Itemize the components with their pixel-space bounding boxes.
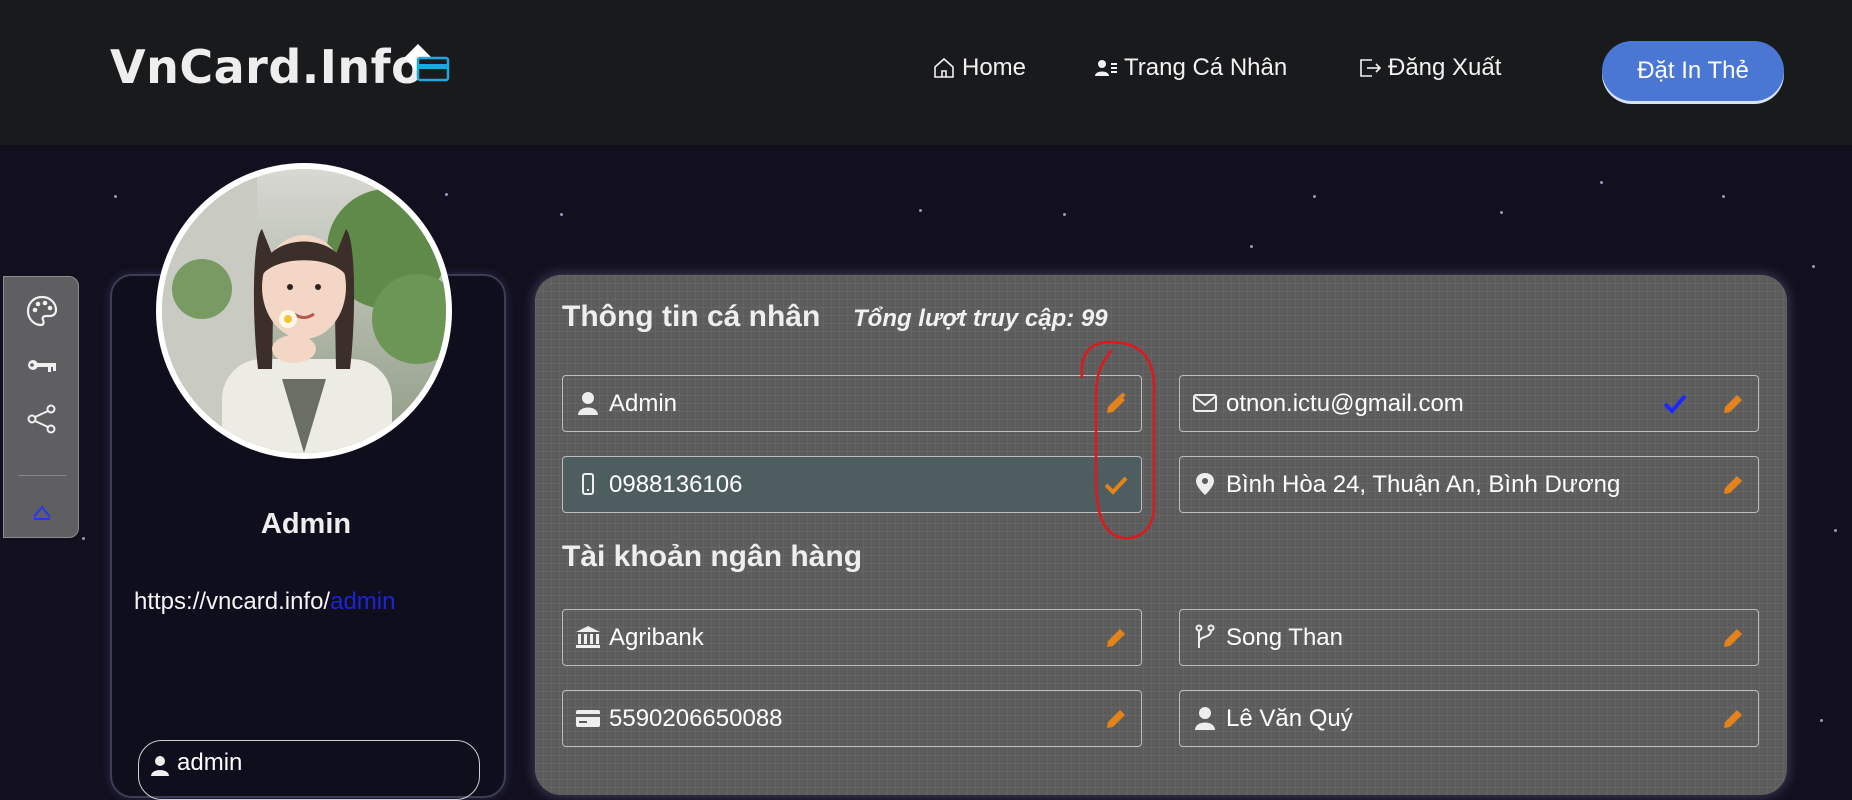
- bank-name-value: Agribank: [609, 624, 704, 651]
- bank-branch-field[interactable]: Song Than: [1179, 609, 1759, 666]
- toolbar-divider: [18, 475, 66, 476]
- map-pin-icon: [1196, 473, 1214, 495]
- branch-icon: [1195, 624, 1215, 648]
- pencil-icon[interactable]: [1720, 472, 1746, 498]
- pencil-icon[interactable]: [1103, 706, 1129, 732]
- bank-branch-value: Song Than: [1226, 624, 1343, 651]
- pencil-icon[interactable]: [1103, 625, 1129, 651]
- pencil-icon[interactable]: [1720, 706, 1746, 732]
- phone-field[interactable]: 0988136106: [562, 456, 1142, 513]
- bank-info-title: Tài khoản ngân hàng: [562, 540, 863, 573]
- account-number-value: 5590206650088: [609, 705, 783, 732]
- profile-url-prefix: https://vncard.info/: [134, 588, 331, 615]
- envelope-icon: [1193, 394, 1217, 412]
- nav-logout-label: Đăng Xuất: [1388, 54, 1502, 81]
- account-holder-value: Lê Văn Quý: [1226, 705, 1353, 732]
- user-icon: [151, 756, 169, 776]
- avatar[interactable]: [156, 163, 452, 459]
- share-icon[interactable]: [26, 403, 58, 435]
- address-value: Bình Hòa 24, Thuận An, Bình Dương: [1226, 471, 1621, 498]
- site-logo[interactable]: VnCard.Info: [110, 40, 423, 94]
- bank-building-icon: [576, 626, 600, 648]
- email-value: otnon.ictu@gmail.com: [1226, 390, 1464, 417]
- order-card-button[interactable]: Đặt In Thẻ: [1602, 41, 1784, 101]
- bank-name-field[interactable]: Agribank: [562, 609, 1142, 666]
- red-annotation-circle: [1080, 340, 1156, 540]
- profile-name: Admin: [260, 508, 352, 540]
- nav-profile[interactable]: Trang Cá Nhân: [1094, 54, 1287, 82]
- username-field[interactable]: admin: [138, 740, 480, 800]
- chevron-up-icon[interactable]: [26, 495, 58, 527]
- nav-profile-label: Trang Cá Nhân: [1124, 54, 1288, 81]
- address-field[interactable]: Bình Hòa 24, Thuận An, Bình Dương: [1179, 456, 1759, 513]
- account-holder-field[interactable]: Lê Văn Quý: [1179, 690, 1759, 747]
- phone-value: 0988136106: [609, 471, 743, 498]
- user-icon: [1195, 707, 1215, 730]
- profile-url-slug[interactable]: admin: [330, 588, 395, 615]
- nav-home-label: Home: [962, 54, 1027, 81]
- pencil-icon[interactable]: [1720, 625, 1746, 651]
- profile-card-icon: [1095, 60, 1117, 76]
- key-icon[interactable]: [26, 349, 58, 381]
- profile-url[interactable]: https://vncard.info/admin: [134, 588, 395, 616]
- user-icon: [578, 392, 598, 415]
- palette-icon[interactable]: [26, 295, 58, 327]
- verified-check-icon: [1663, 394, 1687, 414]
- visit-counter: Tổng lượt truy cập: 99: [853, 305, 1108, 332]
- credit-card-icon: [576, 710, 600, 727]
- personal-info-title: Thông tin cá nhân: [562, 300, 821, 333]
- logout-icon: [1360, 59, 1382, 77]
- email-field[interactable]: otnon.ictu@gmail.com: [1179, 375, 1759, 432]
- nav-logout[interactable]: Đăng Xuất: [1358, 54, 1501, 82]
- top-navbar: VnCard.Info Home Trang Cá Nhân Đăng Xuất…: [0, 0, 1852, 145]
- nav-home[interactable]: Home: [932, 54, 1026, 82]
- pencil-icon[interactable]: [1720, 391, 1746, 417]
- name-field[interactable]: Admin: [562, 375, 1142, 432]
- side-toolbar: [3, 276, 79, 538]
- name-value: Admin: [609, 390, 678, 417]
- account-number-field[interactable]: 5590206650088: [562, 690, 1142, 747]
- mobile-phone-icon: [582, 473, 594, 495]
- avatar-photo: [162, 169, 446, 453]
- card-logo-icon: [404, 44, 450, 82]
- home-icon: [934, 57, 954, 78]
